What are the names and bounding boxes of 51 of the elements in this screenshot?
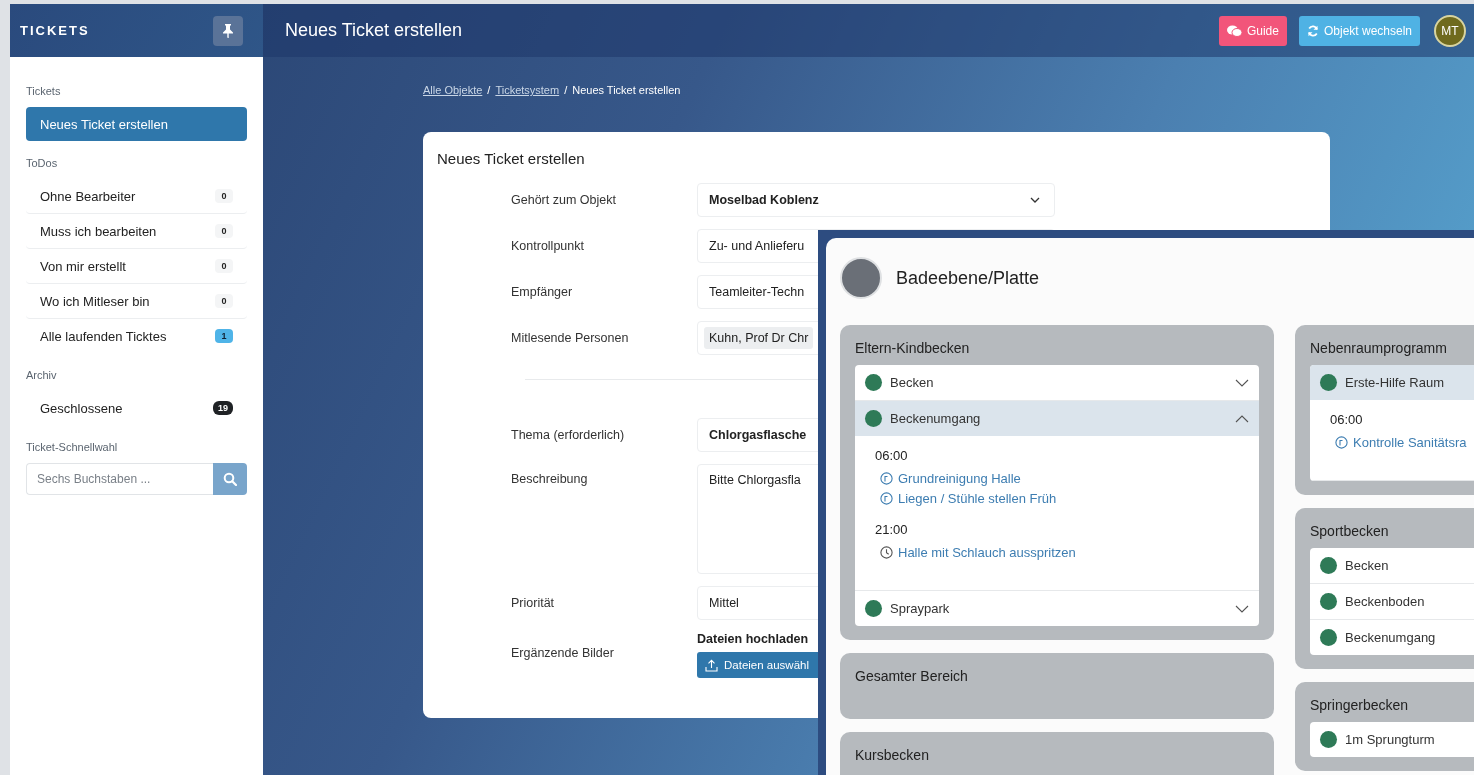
row-label: Spraypark — [890, 601, 951, 616]
count-badge: 0 — [215, 189, 233, 203]
field-label: Gehört zum Objekt — [511, 193, 617, 207]
section-title: Tickets — [26, 85, 62, 97]
time-label: 06:00 — [1330, 412, 1364, 427]
row-label: Beckenumgang — [1345, 630, 1437, 645]
item-label: Wo ich Mitleser bin — [40, 293, 150, 309]
area-title: Kursbecken — [855, 747, 930, 763]
field-label: Ergänzende Bilder — [511, 645, 615, 660]
field-label: Kontrollpunkt — [511, 239, 585, 253]
count-badge: 0 — [215, 259, 233, 273]
breadcrumb-separator: / — [487, 84, 491, 96]
row-label: Beckenumgang — [890, 411, 982, 426]
time-label: 21:00 — [875, 522, 909, 537]
page-title: Neues Ticket erstellen — [285, 20, 463, 41]
area-title: Sportbecken — [1310, 523, 1390, 539]
upload-heading: Dateien hochladen — [697, 632, 810, 646]
field-label: Empfänger — [511, 285, 574, 299]
area-title: Nebenraumprogramm — [1310, 340, 1448, 356]
section-title: Archiv — [26, 369, 58, 381]
area-title: Springerbecken — [1310, 697, 1410, 713]
item-label: Neues Ticket erstellen — [40, 116, 168, 132]
item-label: Von mir erstellt — [40, 258, 126, 274]
brand-title: TICKETS — [20, 23, 90, 38]
area-title: Gesamter Bereich — [855, 668, 969, 684]
row-label: 1m Sprungturm — [1345, 732, 1436, 747]
card-title: Neues Ticket erstellen — [437, 150, 586, 167]
person-tag: Kuhn, Prof Dr Chr — [704, 327, 814, 349]
field-label: Priorität — [511, 596, 556, 610]
row-label: Becken — [890, 375, 935, 390]
count-badge: 1 — [215, 329, 233, 343]
section-title: Ticket-Schnellwahl — [26, 441, 119, 453]
field-label: Beschreibung — [511, 471, 589, 486]
field-label: Mitlesende Personen — [511, 331, 630, 345]
area-title: Eltern-Kindbecken — [855, 340, 971, 356]
section-title: ToDos — [26, 157, 59, 169]
row-label: Beckenboden — [1345, 594, 1426, 609]
field-label: Thema (erforderlich) — [511, 428, 626, 442]
row-label: Erste-Hilfe Raum — [1345, 375, 1445, 390]
item-label: Ohne Bearbeiter — [40, 188, 136, 204]
count-badge: 19 — [213, 401, 233, 415]
overlay-title: Badeebene/Platte — [896, 267, 1040, 289]
time-label: 06:00 — [875, 448, 909, 463]
row-label: Becken — [1345, 558, 1390, 573]
item-label: Muss ich bearbeiten — [40, 223, 157, 239]
item-label: Alle laufenden Ticktes — [40, 328, 167, 344]
count-badge: 0 — [215, 224, 233, 238]
breadcrumb-current: Neues Ticket erstellen — [572, 84, 681, 96]
count-badge: 0 — [215, 294, 233, 308]
item-label: Geschlossene — [40, 400, 123, 416]
breadcrumb-separator: / — [564, 84, 568, 96]
